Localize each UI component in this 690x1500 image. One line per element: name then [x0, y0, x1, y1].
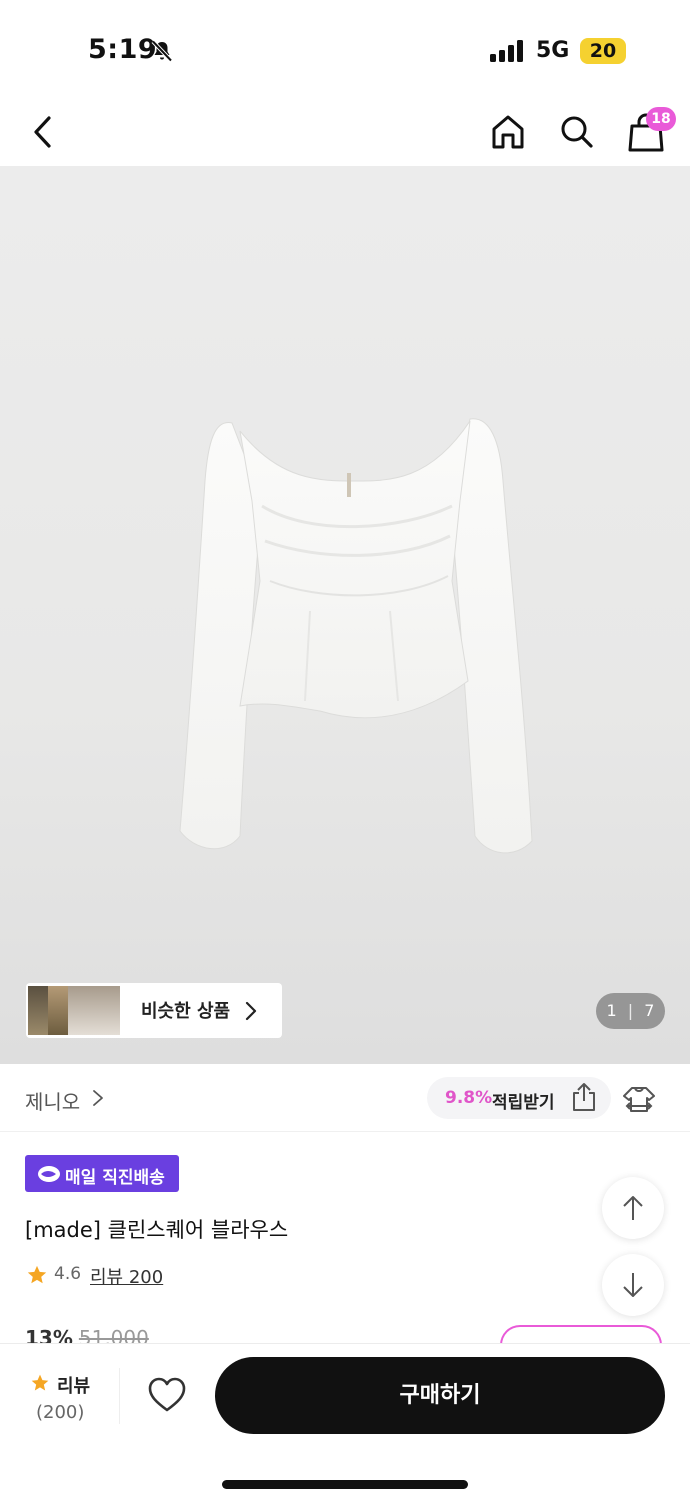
home-indicator — [222, 1480, 468, 1489]
heart-icon[interactable] — [148, 1377, 186, 1413]
bell-off-icon — [151, 40, 173, 62]
buy-button[interactable]: 구매하기 — [215, 1357, 665, 1434]
top-navigation: 18 — [0, 100, 690, 166]
delivery-badge: 매일 직진배송 — [25, 1155, 179, 1192]
delivery-swoosh-icon — [38, 1166, 60, 1182]
scroll-top-button[interactable] — [602, 1177, 664, 1239]
similar-thumbnail — [48, 986, 68, 1035]
battery-icon: 20 — [580, 38, 626, 64]
original-price: 51,000 — [78, 1326, 149, 1344]
similar-thumbnail — [28, 986, 48, 1035]
scroll-bottom-button[interactable] — [602, 1254, 664, 1316]
signal-icon — [490, 40, 523, 62]
product-image-gallery[interactable]: 비슷한 상품 1 | 7 — [0, 166, 690, 1064]
pager-current: 1 — [606, 1001, 617, 1020]
pager-total: 7 — [644, 1001, 655, 1020]
similar-products-label: 비슷한 상품 — [141, 1001, 231, 1022]
chevron-right-icon[interactable] — [92, 1089, 104, 1107]
delivery-label: 매일 직진배송 — [65, 1168, 165, 1188]
image-pager: 1 | 7 — [596, 993, 665, 1029]
status-bar: 5:19 5G 20 — [0, 0, 690, 100]
status-time: 5:19 — [88, 34, 158, 65]
star-icon — [31, 1374, 49, 1391]
chevron-right-icon — [245, 1001, 257, 1021]
divider — [119, 1368, 120, 1424]
home-icon[interactable] — [489, 112, 527, 152]
back-arrow-icon[interactable] — [28, 114, 58, 150]
price-row: 13% 51,000 — [25, 1326, 149, 1344]
reward-rate: 9.8% — [445, 1088, 493, 1108]
reward-label: 적립받기 — [492, 1093, 555, 1113]
cart-count-badge: 18 — [646, 107, 676, 131]
arrow-up-icon — [623, 1196, 643, 1220]
discount-rate: 13% — [25, 1326, 73, 1344]
network-label: 5G — [536, 38, 570, 63]
fitting-hanger-icon[interactable] — [622, 1084, 656, 1114]
similar-products-button[interactable]: 비슷한 상품 — [26, 983, 282, 1038]
rating-value: 4.6 — [54, 1264, 82, 1284]
bottom-action-bar: 리뷰 (200) 구매하기 — [0, 1343, 690, 1500]
brand-link[interactable]: 제니오 — [25, 1086, 80, 1115]
review-count[interactable]: (200) — [36, 1402, 84, 1423]
pager-separator: | — [627, 1001, 634, 1020]
brand-row: 제니오 9.8% 적립받기 — [0, 1064, 690, 1132]
share-icon[interactable] — [570, 1082, 598, 1112]
search-icon[interactable] — [558, 112, 596, 152]
star-icon — [27, 1265, 47, 1284]
review-button-label[interactable]: 리뷰 — [57, 1372, 90, 1398]
similar-thumbnail — [68, 986, 120, 1035]
product-title: [made] 클린스퀘어 블라우스 — [25, 1218, 289, 1242]
product-photo — [179, 418, 533, 854]
review-link[interactable]: 리뷰 200 — [90, 1263, 163, 1289]
arrow-down-icon — [623, 1273, 643, 1297]
